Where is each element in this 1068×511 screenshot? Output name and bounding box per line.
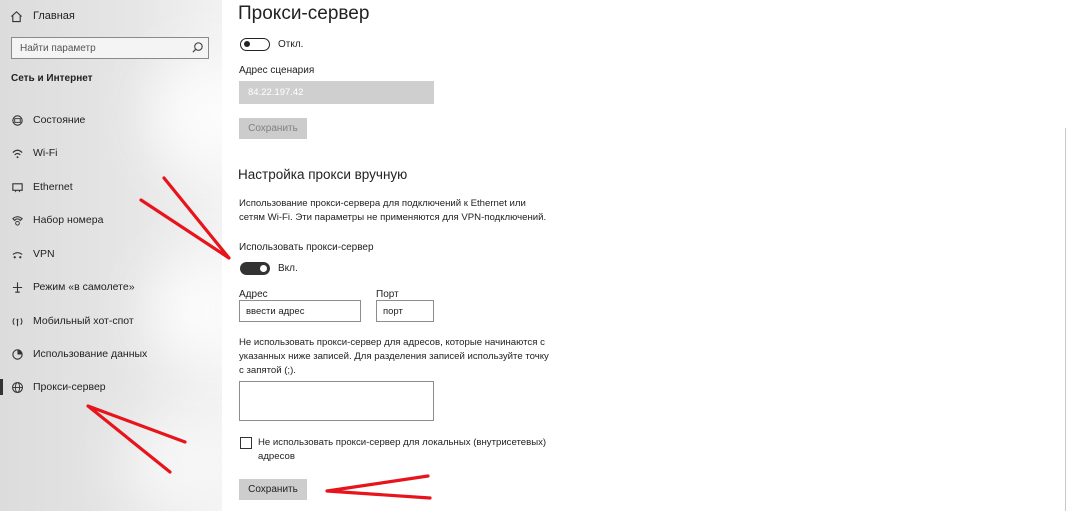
bypass-local-line: адресов xyxy=(258,451,295,462)
manual-proxy-heading: Настройка прокси вручную xyxy=(238,167,408,182)
exceptions-line: с запятой (;). xyxy=(239,365,296,376)
status-icon xyxy=(10,113,24,127)
scrollbar[interactable] xyxy=(1065,128,1066,511)
sidebar-item-data-usage[interactable]: Использование данных xyxy=(0,341,222,367)
sidebar-item-label: Прокси-сервер xyxy=(33,381,106,393)
home-link[interactable]: Главная xyxy=(10,8,75,24)
sidebar-item-airplane[interactable]: Режим «в самолете» xyxy=(0,274,222,300)
script-address-field[interactable]: 84.22.197.42 xyxy=(239,81,434,104)
sidebar-item-label: Режим «в самолете» xyxy=(33,281,135,293)
toggle-knob xyxy=(244,41,250,47)
sidebar-item-label: VPN xyxy=(33,248,55,260)
globe-icon xyxy=(10,380,24,394)
page-title: Прокси-сервер xyxy=(238,3,370,24)
sidebar-item-ethernet[interactable]: Ethernet xyxy=(0,174,222,200)
port-label: Порт xyxy=(376,289,399,300)
manual-description-line: Использование прокси-сервера для подключ… xyxy=(239,198,526,209)
auto-detect-toggle[interactable] xyxy=(240,38,270,51)
address-input[interactable]: ввести адрес xyxy=(239,300,361,322)
home-label: Главная xyxy=(33,10,75,22)
section-title: Сеть и Интернет xyxy=(11,73,93,84)
sidebar: Главная Сеть и Интернет Состояние Wi-Fi … xyxy=(0,0,222,511)
home-icon xyxy=(11,10,22,22)
wifi-icon xyxy=(10,146,24,160)
sidebar-item-label: Мобильный хот-спот xyxy=(33,315,134,327)
sidebar-item-label: Набор номера xyxy=(33,214,104,226)
use-proxy-label: Использовать прокси-сервер xyxy=(239,242,374,253)
script-address-label: Адрес сценария xyxy=(239,65,315,76)
port-input[interactable]: порт xyxy=(376,300,434,322)
search-icon[interactable] xyxy=(191,41,204,54)
sidebar-item-label: Состояние xyxy=(33,114,86,126)
vpn-icon xyxy=(10,247,24,261)
sidebar-item-label: Использование данных xyxy=(33,348,148,360)
data-usage-icon xyxy=(10,347,24,361)
use-proxy-state: Вкл. xyxy=(278,263,298,274)
main-content: Прокси-сервер Откл. Адрес сценария 84.22… xyxy=(222,0,1068,511)
ethernet-icon xyxy=(10,180,24,194)
script-address-value: 84.22.197.42 xyxy=(248,87,304,98)
manual-description-line: сетям Wi-Fi. Эти параметры не применяютс… xyxy=(239,212,547,223)
auto-save-button[interactable]: Сохранить xyxy=(239,118,307,139)
dialup-icon xyxy=(10,213,24,227)
exceptions-line: указанных ниже записей. Для разделения з… xyxy=(239,351,549,362)
address-label: Адрес xyxy=(239,289,268,300)
sidebar-item-hotspot[interactable]: Мобильный хот-спот xyxy=(0,308,222,334)
bypass-local-checkbox[interactable] xyxy=(240,437,252,449)
hotspot-icon xyxy=(10,314,24,328)
exceptions-line: Не использовать прокси-сервер для адресо… xyxy=(239,337,545,348)
auto-toggle-state: Откл. xyxy=(278,39,304,50)
bypass-local-label: Не использовать прокси-сервер для локаль… xyxy=(258,436,546,464)
exceptions-description: Не использовать прокси-сервер для адресо… xyxy=(239,336,549,378)
sidebar-item-vpn[interactable]: VPN xyxy=(0,241,222,267)
toggle-knob xyxy=(260,265,267,272)
sidebar-item-status[interactable]: Состояние xyxy=(0,107,222,133)
sidebar-item-wifi[interactable]: Wi-Fi xyxy=(0,140,222,166)
sidebar-item-proxy[interactable]: Прокси-сервер xyxy=(0,374,222,400)
sidebar-item-dialup[interactable]: Набор номера xyxy=(0,207,222,233)
airplane-icon xyxy=(10,280,24,294)
search-box[interactable] xyxy=(11,37,209,59)
sidebar-item-label: Ethernet xyxy=(33,181,73,193)
use-proxy-toggle[interactable] xyxy=(240,262,270,275)
manual-save-button[interactable]: Сохранить xyxy=(239,479,307,500)
bypass-local-line: Не использовать прокси-сервер для локаль… xyxy=(258,437,547,448)
exceptions-textarea[interactable] xyxy=(239,381,434,421)
manual-description: Использование прокси-сервера для подключ… xyxy=(239,197,546,225)
sidebar-item-label: Wi-Fi xyxy=(33,147,58,159)
search-input[interactable] xyxy=(12,38,190,58)
